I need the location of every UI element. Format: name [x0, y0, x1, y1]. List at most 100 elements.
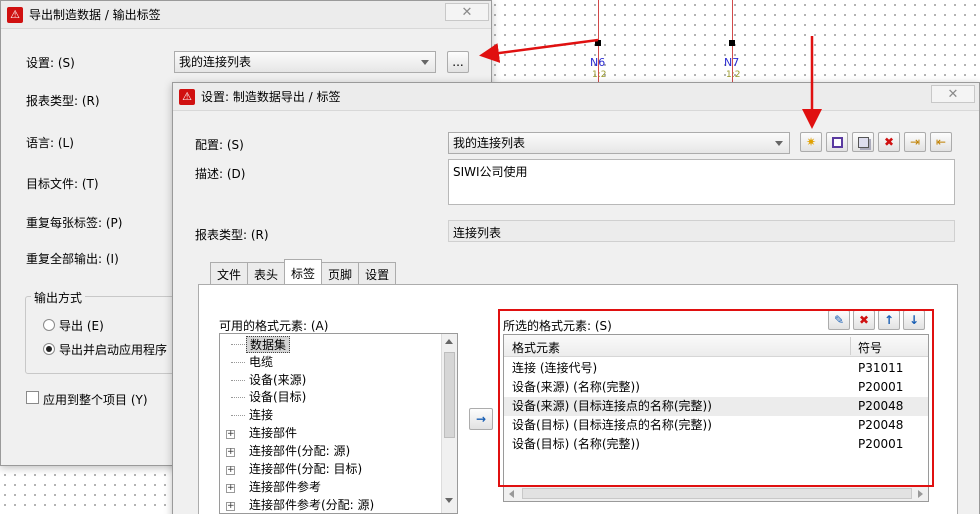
scroll-right-icon[interactable] — [918, 490, 923, 498]
column-header-element[interactable]: 格式元素 — [512, 339, 560, 356]
cell-element: 设备(目标) (名称(完整)) — [512, 437, 640, 451]
language-label: 语言: (L) — [26, 136, 74, 150]
export-icon: ⇤ — [935, 135, 947, 149]
expand-icon[interactable]: + — [226, 430, 235, 439]
more-button-label: ... — [452, 55, 464, 69]
move-down-button[interactable]: ↓ — [903, 310, 925, 330]
chevron-down-icon — [421, 60, 429, 65]
scroll-up-icon[interactable] — [445, 339, 453, 344]
cell-symbol: P31011 — [858, 361, 904, 375]
tab-header[interactable]: 表头 — [247, 262, 286, 284]
delete-icon: ✖ — [858, 313, 870, 327]
tree-item[interactable]: 连接部件参考(分配: 源) — [246, 497, 377, 513]
node-sublabel: 1:2 — [592, 70, 607, 80]
column-header-symbol[interactable]: 符号 — [858, 339, 882, 356]
config-label: 配置: (S) — [195, 138, 244, 152]
scroll-left-icon[interactable] — [509, 490, 514, 498]
repeat-each-label: 重复每张标签: (P) — [26, 216, 123, 230]
cell-symbol: P20048 — [858, 399, 904, 413]
settings-dialog-title: 设置: 制造数据导出 / 标签 — [201, 90, 341, 104]
expand-icon[interactable]: + — [226, 484, 235, 493]
grid-horizontal-scrollbar[interactable] — [504, 485, 928, 501]
new-icon: ✷ — [805, 135, 817, 149]
cell-element: 设备(目标) (目标连接点的名称(完整)) — [512, 418, 712, 432]
table-row[interactable]: 连接 (连接代号) P31011 — [504, 359, 928, 378]
expand-icon[interactable]: + — [226, 502, 235, 511]
tree-connector — [231, 415, 245, 416]
node-dot[interactable] — [595, 40, 601, 46]
delete-icon: ✖ — [883, 135, 895, 149]
export-launch-radio[interactable] — [43, 343, 55, 355]
grid-header: 格式元素 符号 — [504, 335, 928, 357]
cell-element: 设备(来源) (名称(完整)) — [512, 380, 640, 394]
tree-item[interactable]: 数据集 — [246, 336, 291, 353]
tree-item[interactable]: 设备(目标) — [246, 389, 309, 406]
app-logo-icon: ⚠ — [7, 6, 23, 23]
settings-label: 设置: (S) — [26, 56, 75, 70]
tree-item[interactable]: 连接部件(分配: 源) — [246, 443, 353, 460]
settings-combo-value: 我的连接列表 — [179, 55, 252, 69]
config-combo[interactable]: 我的连接列表 — [448, 132, 790, 154]
tree-item[interactable]: 设备(来源) — [246, 372, 309, 389]
node-dot[interactable] — [729, 40, 735, 46]
report-type-label: 报表类型: (R) — [26, 94, 100, 108]
copy-icon — [857, 136, 869, 148]
tree-item[interactable]: 连接部件 — [246, 425, 300, 442]
more-button[interactable]: ... — [447, 51, 469, 73]
table-row[interactable]: 设备(目标) (名称(完整)) P20001 — [504, 435, 928, 454]
selected-elements-grid[interactable]: 格式元素 符号 连接 (连接代号) P31011 设备(来源) (名称(完整))… — [503, 334, 929, 502]
tab-strip: 文件 表头 标签 页脚 设置 — [210, 259, 397, 284]
tree-scrollbar[interactable] — [441, 334, 457, 513]
settings-dialog-titlebar[interactable]: ⚠ 设置: 制造数据导出 / 标签 — [173, 83, 979, 111]
description-label: 描述: (D) — [195, 167, 246, 181]
export-launch-radio-label[interactable]: 导出并启动应用程序 — [59, 341, 167, 358]
save-button[interactable] — [826, 132, 848, 152]
table-row[interactable]: 设备(目标) (目标连接点的名称(完整)) P20048 — [504, 416, 928, 435]
close-icon: ✕ — [461, 4, 473, 20]
export-radio[interactable] — [43, 319, 55, 331]
close-button[interactable]: ✕ — [445, 3, 489, 21]
scroll-thumb[interactable] — [444, 352, 455, 438]
remove-element-button[interactable]: ✖ — [853, 310, 875, 330]
available-elements-label: 可用的格式元素: (A) — [219, 319, 329, 333]
node-label: N6 — [590, 56, 606, 69]
export-button[interactable]: ⇤ — [930, 132, 952, 152]
move-up-button[interactable]: ↑ — [878, 310, 900, 330]
table-row[interactable]: 设备(来源) (名称(完整)) P20001 — [504, 378, 928, 397]
add-element-button[interactable]: → — [469, 408, 493, 430]
move-down-icon: ↓ — [908, 313, 920, 327]
scroll-thumb[interactable] — [522, 488, 912, 499]
description-field[interactable]: SIWI公司使用 — [448, 159, 955, 205]
apply-all-label[interactable]: 应用到整个项目 (Y) — [43, 391, 148, 408]
arrow-right-icon: → — [475, 412, 487, 426]
tab-settings[interactable]: 设置 — [358, 262, 397, 284]
available-elements-tree[interactable]: 数据集 电缆 设备(来源) 设备(目标) 连接 + 连接部件 + 连接部件(分配… — [219, 333, 458, 514]
expand-icon[interactable]: + — [226, 466, 235, 475]
table-row[interactable]: 设备(来源) (目标连接点的名称(完整)) P20048 — [504, 397, 928, 416]
tree-item[interactable]: 连接 — [246, 407, 276, 424]
edit-button[interactable]: ✎ — [828, 310, 850, 330]
tree-item[interactable]: 连接部件(分配: 目标) — [246, 461, 365, 478]
scroll-down-icon[interactable] — [445, 498, 453, 503]
import-button[interactable]: ⇥ — [904, 132, 926, 152]
tab-footer[interactable]: 页脚 — [321, 262, 360, 284]
export-dialog-titlebar[interactable]: ⚠ 导出制造数据 / 输出标签 — [1, 1, 491, 29]
delete-button[interactable]: ✖ — [878, 132, 900, 152]
expand-icon[interactable]: + — [226, 448, 235, 457]
close-button[interactable]: ✕ — [931, 85, 975, 103]
new-button[interactable]: ✷ — [800, 132, 822, 152]
move-up-icon: ↑ — [883, 313, 895, 327]
tab-label[interactable]: 标签 — [284, 259, 323, 284]
target-file-label: 目标文件: (T) — [26, 177, 99, 191]
apply-all-checkbox[interactable] — [26, 391, 39, 404]
report-type-field: 连接列表 — [448, 220, 955, 242]
tree-item[interactable]: 连接部件参考 — [246, 479, 324, 496]
repeat-all-label: 重复全部输出: (I) — [26, 252, 119, 266]
close-icon: ✕ — [947, 86, 959, 102]
settings-combo[interactable]: 我的连接列表 — [174, 51, 436, 73]
export-radio-label[interactable]: 导出 (E) — [59, 317, 104, 334]
copy-button[interactable] — [852, 132, 874, 152]
tree-item[interactable]: 电缆 — [246, 354, 276, 371]
output-group-label: 输出方式 — [31, 289, 86, 306]
tab-file[interactable]: 文件 — [210, 262, 249, 284]
